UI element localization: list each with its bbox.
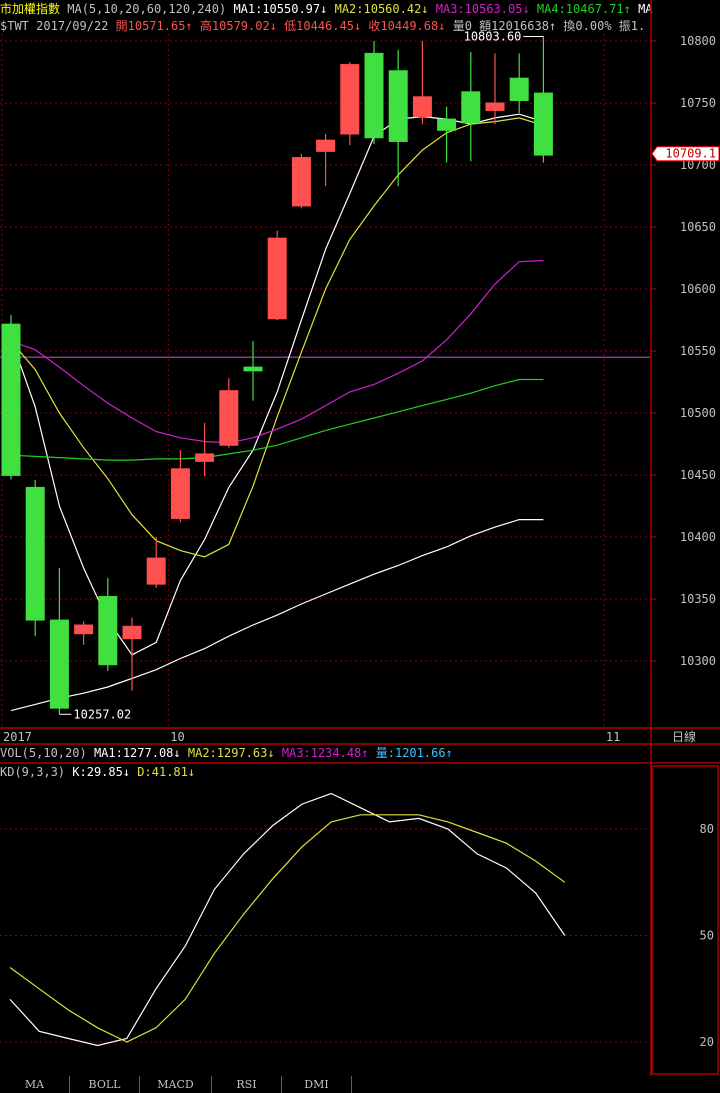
candle-body: [340, 64, 360, 135]
candle-body: [291, 157, 311, 207]
candle-body: [485, 102, 505, 111]
ma-line-ma2: [10, 117, 544, 558]
indicator-tabs: MA BOLL MACD RSI DMI: [0, 1076, 720, 1093]
candle-body: [98, 596, 118, 666]
kd-tick-label: 20: [700, 1035, 714, 1049]
price-tick-label: 10750: [680, 96, 716, 110]
candle-body: [219, 390, 239, 446]
tab-dmi[interactable]: DMI: [282, 1076, 352, 1093]
candle-body: [412, 96, 432, 118]
candle-body: [267, 237, 287, 320]
high-annotation: 10803.60: [464, 30, 522, 44]
tab-ma[interactable]: MA: [0, 1076, 70, 1093]
ma-line-ma1: [10, 113, 544, 656]
kd-scale-frame: [651, 765, 719, 1075]
candle-body: [146, 557, 166, 585]
candle-body: [437, 118, 457, 131]
price-tick-label: 10300: [680, 654, 716, 668]
kd-tick-label: 80: [700, 822, 714, 836]
current-price-label: 10709.1: [665, 147, 716, 161]
candle-body: [533, 92, 553, 156]
kd-line-k: [9, 792, 566, 1047]
price-tick-label: 10800: [680, 34, 716, 48]
candle-body: [74, 624, 94, 635]
tab-rsi[interactable]: RSI: [212, 1076, 282, 1093]
x-axis-label: 10: [170, 730, 184, 744]
price-tick-label: 10650: [680, 220, 716, 234]
candle-body: [195, 453, 215, 462]
candle-body: [1, 323, 21, 476]
price-tick-label: 10600: [680, 282, 716, 296]
tab-boll[interactable]: BOLL: [70, 1076, 140, 1093]
candle-body: [49, 619, 69, 709]
candle-body: [509, 77, 529, 102]
kd-line-d: [9, 814, 566, 1043]
candle-body: [243, 366, 263, 372]
candle-body: [170, 468, 190, 519]
chart-canvas[interactable]: 10300 10350 10400 10450 10500 10550 10600 10650…: [0, 0, 720, 1076]
candle-body: [316, 139, 336, 152]
x-axis-label: 2017: [3, 730, 32, 744]
candle-body: [388, 70, 408, 142]
ma-line-ma5: [10, 518, 544, 712]
price-tick-label: 10450: [680, 468, 716, 482]
x-axis-label: 11: [606, 730, 620, 744]
candle-body: [461, 91, 481, 124]
tab-macd[interactable]: MACD: [140, 1076, 212, 1093]
price-tick-label: 10550: [680, 344, 716, 358]
kd-tick-label: 50: [700, 929, 714, 943]
candle-body: [364, 52, 384, 139]
period-label: 日線: [672, 729, 696, 744]
price-tick-label: 10500: [680, 406, 716, 420]
price-tick-label: 10400: [680, 530, 716, 544]
candle-body: [25, 486, 45, 621]
price-tick-label: 10350: [680, 592, 716, 606]
candle-body: [122, 625, 142, 640]
low-annotation: 10257.02: [73, 707, 131, 721]
